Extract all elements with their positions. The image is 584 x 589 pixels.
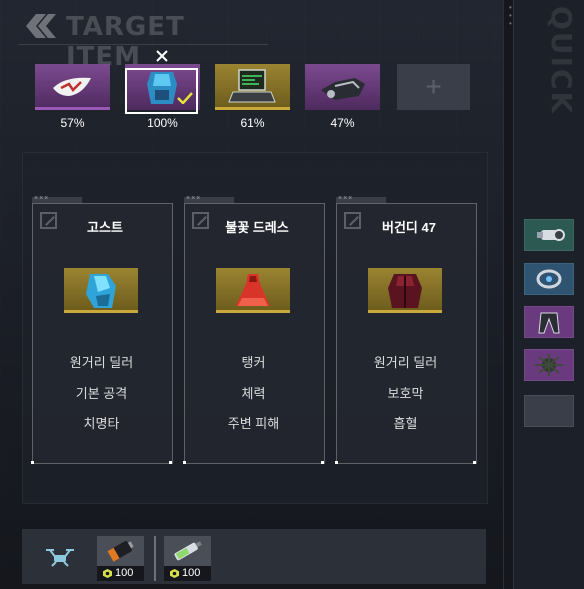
consumable-bar: [22, 529, 486, 584]
tube-icon: [174, 541, 202, 561]
target-percent-terminal: 61%: [240, 116, 265, 130]
scope-icon: [537, 229, 565, 241]
bar-divider: [154, 536, 156, 581]
currency-icon: [170, 569, 179, 578]
currency-icon: [103, 569, 112, 578]
card-stat: 체력: [241, 386, 266, 401]
remove-target-icon[interactable]: [155, 49, 169, 63]
count-value: 100: [115, 567, 134, 579]
consumable-battery[interactable]: 100: [97, 536, 144, 581]
ghost-coat-icon: [64, 268, 138, 313]
quick-slot-empty[interactable]: [524, 395, 574, 427]
gauntlet-icon: [305, 64, 380, 110]
card-checkbox[interactable]: [344, 212, 361, 229]
card-title: 버건디 47: [382, 220, 436, 235]
card-tab-marks: ×××: [34, 195, 50, 202]
card-corner: [335, 461, 338, 464]
card-title: 불꽃 드레스: [225, 220, 289, 235]
quick-panel-label: QUICK: [545, 6, 578, 116]
card-corner: [473, 461, 476, 464]
card-stat: 흡혈: [393, 416, 418, 431]
terminal-icon: [215, 64, 290, 110]
card-title: 고스트: [87, 220, 123, 235]
target-item-terminal[interactable]: [215, 64, 290, 110]
flame-dress-icon: [216, 268, 290, 313]
title-area: TARGET ITEM: [18, 6, 268, 72]
checkmark-icon: [177, 92, 193, 104]
card-stat: 원거리 딜러: [373, 355, 438, 370]
selected-item-frame: [125, 68, 198, 114]
card-stat: 주변 피해: [227, 416, 280, 431]
visor-icon: [35, 64, 110, 110]
ring-icon: [536, 269, 562, 289]
target-percent-visor: 57%: [60, 116, 85, 130]
count-value: 100: [182, 567, 201, 579]
quick-slot-core[interactable]: [524, 349, 574, 381]
card-tab-marks: ×××: [338, 195, 354, 202]
quick-slot-legs[interactable]: [524, 306, 574, 338]
burgundy-coat-icon: [368, 268, 442, 313]
card-corner: [31, 461, 34, 464]
card-checkbox[interactable]: [40, 212, 57, 229]
add-target-button[interactable]: +: [397, 64, 470, 110]
quick-slot-ring[interactable]: [524, 263, 574, 295]
target-logo-icon: [26, 14, 56, 38]
card-item-image: [368, 268, 442, 313]
card-stat: 보호막: [387, 386, 424, 401]
card-stat: 원거리 딜러: [69, 355, 134, 370]
title-underline: [18, 44, 268, 45]
consumable-tube[interactable]: 100: [164, 536, 211, 581]
card-item-image: [216, 268, 290, 313]
quick-slot-scope[interactable]: [524, 219, 574, 251]
card-corner: [169, 461, 172, 464]
target-percent-gauntlet: 47%: [330, 116, 355, 130]
card-stat: 탱커: [241, 355, 266, 370]
drone-icon[interactable]: [42, 544, 78, 570]
page-title: TARGET ITEM: [66, 12, 185, 72]
consumable-count: 100: [164, 566, 211, 581]
add-label: +: [425, 71, 442, 102]
card-checkbox[interactable]: [192, 212, 209, 229]
battery-icon: [107, 541, 134, 562]
card-stat: 기본 공격: [75, 386, 128, 401]
consumable-count: 100: [97, 566, 144, 581]
card-item-image: [64, 268, 138, 313]
target-percent-armor: 100%: [147, 116, 178, 130]
card-stat: 치명타: [83, 416, 120, 431]
card-tab-marks: ×××: [186, 195, 202, 202]
legs-icon: [538, 312, 560, 334]
target-item-gauntlet[interactable]: [305, 64, 380, 110]
card-corner: [321, 461, 324, 464]
target-item-visor[interactable]: [35, 64, 110, 110]
quick-panel-dots: • • •: [509, 3, 512, 28]
card-corner: [183, 461, 186, 464]
core-icon: [535, 354, 563, 376]
